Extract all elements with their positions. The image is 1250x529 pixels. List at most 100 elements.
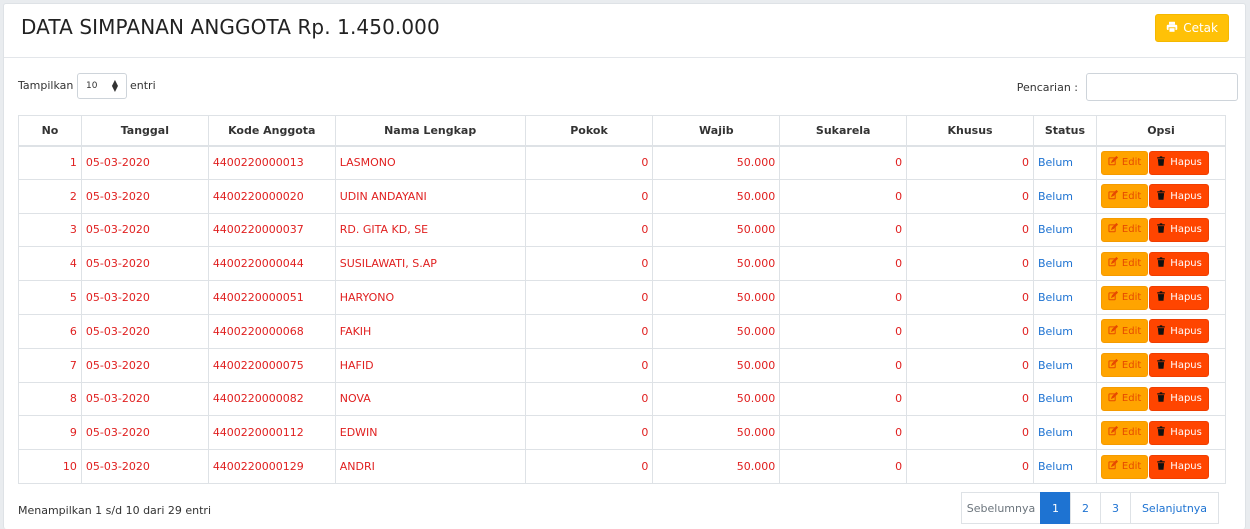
edit-icon [1108, 189, 1119, 203]
delete-button-label: Hapus [1170, 325, 1202, 337]
delete-button[interactable]: Hapus [1149, 150, 1209, 175]
edit-button-label: Edit [1121, 224, 1142, 236]
edit-button[interactable]: Edit [1100, 353, 1149, 378]
edit-button[interactable]: Edit [1100, 420, 1149, 445]
length-label: Tampilkan [18, 79, 74, 92]
print-button[interactable]: Cetak [1155, 14, 1229, 42]
cell-pokok: 0 [524, 280, 654, 315]
column-header-status[interactable]: Status [1032, 115, 1097, 147]
cell-sukarela: 0 [779, 212, 908, 248]
pagination-next[interactable]: Selanjutnya [1130, 492, 1219, 524]
edit-button[interactable]: Edit [1100, 217, 1149, 242]
cell-pokok: 0 [524, 212, 654, 248]
edit-button[interactable]: Edit [1100, 319, 1149, 344]
cell-status: Belum [1032, 280, 1097, 315]
cell-khusus: 0 [906, 415, 1034, 451]
cell-nama-lengkap: LASMONO [334, 145, 526, 180]
cell-kode-anggota: 4400220000112 [207, 415, 336, 451]
cell-sukarela: 0 [779, 145, 908, 180]
cell-kode-anggota: 4400220000068 [207, 313, 336, 349]
delete-button[interactable]: Hapus [1149, 184, 1209, 209]
cell-wajib: 50.000 [652, 381, 781, 417]
delete-button[interactable]: Hapus [1149, 217, 1209, 242]
search-label: Pencarian : [1016, 81, 1078, 94]
delete-button-label: Hapus [1170, 157, 1202, 169]
delete-button[interactable]: Hapus [1149, 285, 1209, 310]
edit-button[interactable]: Edit [1100, 184, 1149, 209]
delete-button[interactable]: Hapus [1149, 251, 1209, 276]
cell-tanggal: 05-03-2020 [80, 178, 209, 214]
cell-status: Belum [1032, 178, 1097, 214]
cell-no: 9 [18, 415, 82, 451]
column-header-khusus[interactable]: Khusus [906, 115, 1034, 147]
trash-icon [1156, 426, 1166, 439]
column-header-sukarela[interactable]: Sukarela [779, 115, 908, 147]
delete-button[interactable]: Hapus [1149, 386, 1209, 411]
table-row: 6 05-03-2020 4400220000068 FAKIH 0 50.000 0 0 Be… [18, 313, 1227, 349]
edit-button-label: Edit [1121, 157, 1142, 169]
column-header-nama-lengkap[interactable]: Nama Lengkap [334, 115, 526, 147]
column-header-pokok[interactable]: Pokok [524, 115, 654, 147]
pagination-page-3[interactable]: 3 [1100, 492, 1131, 524]
cell-sukarela: 0 [779, 280, 908, 315]
edit-button[interactable]: Edit [1100, 454, 1149, 479]
cell-opsi: Edit Hapus [1095, 145, 1227, 180]
cell-opsi: Edit Hapus [1095, 381, 1227, 417]
column-header-wajib[interactable]: Wajib [652, 115, 781, 147]
edit-icon [1108, 223, 1119, 236]
cell-khusus: 0 [906, 313, 1034, 349]
edit-icon [1108, 156, 1119, 169]
trash-icon [1156, 291, 1166, 304]
cell-no: 8 [18, 381, 82, 417]
table-row: 1 05-03-2020 4400220000013 LASMONO 0 50.000 0 0… [18, 145, 1227, 180]
cell-wajib: 50.000 [652, 347, 781, 383]
cell-status: Belum [1032, 415, 1097, 451]
edit-button-label: Edit [1121, 292, 1142, 304]
cell-nama-lengkap: NOVA [334, 381, 526, 417]
cell-sukarela: 0 [779, 381, 908, 417]
search-input[interactable] [1086, 73, 1238, 101]
column-header-kode-anggota[interactable]: Kode Anggota [207, 115, 336, 147]
cell-kode-anggota: 4400220000037 [207, 212, 336, 248]
cell-wajib: 50.000 [652, 313, 781, 349]
cell-pokok: 0 [524, 415, 654, 451]
delete-button[interactable]: Hapus [1149, 420, 1209, 445]
cell-nama-lengkap: HAFID [334, 347, 526, 383]
cell-khusus: 0 [906, 145, 1034, 180]
column-header-no[interactable]: No [18, 115, 82, 147]
trash-icon [1156, 156, 1166, 169]
edit-button-label: Edit [1121, 258, 1142, 270]
cell-pokok: 0 [524, 449, 654, 484]
delete-button[interactable]: Hapus [1149, 319, 1209, 344]
edit-button[interactable]: Edit [1100, 386, 1149, 411]
edit-button[interactable]: Edit [1100, 251, 1149, 276]
delete-button-label: Hapus [1170, 427, 1202, 439]
cell-wajib: 50.000 [652, 449, 781, 484]
cell-wajib: 50.000 [652, 280, 781, 315]
entries-per-page-select[interactable]: 10 ▲ ▼ [77, 73, 127, 99]
edit-button-label: Edit [1121, 359, 1142, 371]
cell-kode-anggota: 4400220000051 [207, 280, 336, 315]
edit-button[interactable]: Edit [1100, 150, 1149, 175]
column-header-tanggal[interactable]: Tanggal [80, 115, 209, 147]
cell-status: Belum [1032, 449, 1097, 484]
delete-button[interactable]: Hapus [1149, 353, 1209, 378]
cell-khusus: 0 [906, 178, 1034, 214]
delete-button[interactable]: Hapus [1149, 454, 1209, 479]
edit-icon [1108, 459, 1119, 473]
cell-kode-anggota: 4400220000075 [207, 347, 336, 383]
pagination-previous[interactable]: Sebelumnya [961, 492, 1041, 524]
pagination-page-2[interactable]: 2 [1070, 492, 1101, 524]
edit-button-label: Edit [1121, 393, 1142, 405]
cell-nama-lengkap: UDIN ANDAYANI [334, 178, 526, 214]
pagination: Sebelumnya 1 2 3 Selanjutnya [961, 492, 1219, 524]
cell-sukarela: 0 [779, 449, 908, 484]
edit-button[interactable]: Edit [1100, 285, 1149, 310]
pagination-page-1[interactable]: 1 [1040, 492, 1071, 524]
cell-opsi: Edit Hapus [1095, 246, 1227, 282]
cell-tanggal: 05-03-2020 [80, 145, 209, 180]
savings-table: No Tanggal Kode Anggota Nama Lengkap Pok… [18, 115, 1227, 484]
cell-sukarela: 0 [779, 415, 908, 451]
cell-nama-lengkap: FAKIH [334, 313, 526, 349]
cell-no: 1 [18, 145, 82, 180]
